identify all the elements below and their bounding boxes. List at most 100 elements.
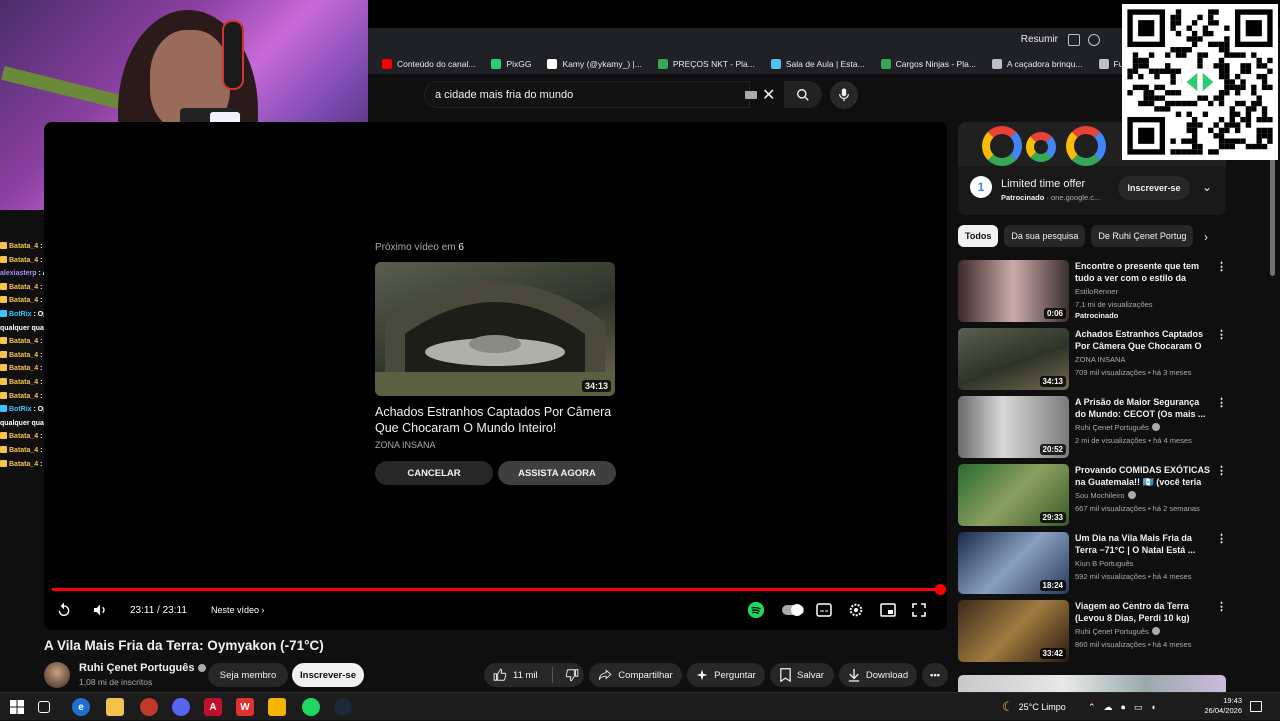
recommendation-item[interactable]: 20:52 A Prisão de Maior Segurança do Mund… xyxy=(958,396,1227,458)
like-count[interactable]: 11 mil xyxy=(513,670,538,681)
spotify-taskbar-icon[interactable] xyxy=(302,698,320,716)
recommendation-item[interactable]: 18:24 Um Dia na Vila Mais Fria da Terra −… xyxy=(958,532,1227,594)
chat-username[interactable]: Batata_4 xyxy=(9,257,38,264)
recommendation-channel[interactable]: Ruhi Çenet Português xyxy=(1075,627,1149,636)
bookmark-item[interactable]: PixGG xyxy=(491,59,531,69)
more-options-icon[interactable]: ⋮ xyxy=(1216,532,1227,545)
chevron-down-icon[interactable]: ⌄ xyxy=(1202,180,1212,194)
fullscreen-button[interactable] xyxy=(912,600,926,620)
filter-chip[interactable]: De Ruhi Çenet Portug xyxy=(1091,225,1194,247)
recommendation-title[interactable]: Achados Estranhos Captados Por Câmera Qu… xyxy=(1075,328,1211,352)
chat-username[interactable]: Batata_4 xyxy=(9,393,38,400)
channel-name[interactable]: Ruhi Çenet Português xyxy=(79,662,206,674)
keyboard-icon[interactable] xyxy=(745,91,757,99)
extensions-icon[interactable] xyxy=(1068,34,1080,46)
recommendation-title[interactable]: Um Dia na Vila Mais Fria da Terra −71°C … xyxy=(1075,532,1211,556)
bookmark-item[interactable]: Conteúdo do canal... xyxy=(382,59,475,69)
chat-username[interactable]: Batata_4 xyxy=(9,365,38,372)
chevron-right-icon[interactable]: › xyxy=(1204,230,1208,244)
filter-chip[interactable]: Da sua pesquisa xyxy=(1004,225,1086,247)
recommendation-thumbnail[interactable]: 0:06 xyxy=(958,260,1069,322)
miniplayer-button[interactable] xyxy=(880,600,896,620)
chat-username[interactable]: BotRix xyxy=(9,406,32,413)
recommendation-thumbnail[interactable]: 20:52 xyxy=(958,396,1069,458)
more-options-icon[interactable]: ⋮ xyxy=(1216,600,1227,613)
recommendation-item[interactable]: 33:42 Viagem ao Centro da Terra (Levou 8 … xyxy=(958,600,1227,662)
chat-username[interactable]: Batata_4 xyxy=(9,352,38,359)
network-icon[interactable]: ▭ xyxy=(1134,702,1143,713)
upnext-channel[interactable]: ZONA INSANA xyxy=(375,440,436,450)
recommendation-thumbnail[interactable] xyxy=(958,675,1226,692)
weather-widget[interactable]: ☾ 25°C Limpo xyxy=(1002,693,1066,721)
task-view-icon[interactable] xyxy=(38,701,50,713)
bookmark-item[interactable]: PREÇOS NKT - Pla... xyxy=(657,59,755,69)
recommendation-item[interactable]: 29:33 Provando COMIDAS EXÓTICAS na Guatem… xyxy=(958,464,1227,526)
more-options-icon[interactable]: ⋮ xyxy=(1216,260,1227,273)
chat-username[interactable]: Batata_4 xyxy=(9,379,38,386)
ad-subscribe-button[interactable]: Inscrever-se xyxy=(1118,176,1190,200)
dislike-icon[interactable] xyxy=(565,668,579,682)
recommendation-title[interactable]: Encontre o presente que tem tudo a ver c… xyxy=(1075,260,1211,284)
wps-icon[interactable]: W xyxy=(236,698,254,716)
recommendation-channel[interactable]: ZONA INSANA xyxy=(1075,355,1125,364)
voice-search-button[interactable] xyxy=(830,81,858,109)
video-player[interactable]: Próximo vídeo em 6 34:13 Achados Estranh… xyxy=(44,122,947,630)
bookmark-item[interactable]: A caçadora brinqu... xyxy=(991,59,1083,69)
bookmark-star-icon[interactable] xyxy=(1088,34,1100,46)
recommendation-thumbnail[interactable]: 33:42 xyxy=(958,600,1069,662)
recommendation-title[interactable]: Provando COMIDAS EXÓTICAS na Guatemala!!… xyxy=(1075,464,1211,488)
progress-scrubber[interactable] xyxy=(935,584,946,595)
download-button[interactable]: Download xyxy=(839,663,917,687)
spotify-extension[interactable] xyxy=(747,600,765,620)
clear-search-icon[interactable]: ✕ xyxy=(762,85,775,105)
upnext-thumbnail[interactable]: 34:13 xyxy=(375,262,615,396)
chapter-button[interactable]: Neste vídeo › xyxy=(211,600,265,620)
more-actions-button[interactable]: ••• xyxy=(922,663,948,687)
app-icon[interactable] xyxy=(268,698,286,716)
recommendation-title[interactable]: Viagem ao Centro da Terra (Levou 8 Dias,… xyxy=(1075,600,1211,624)
recommendation-thumbnail[interactable]: 34:13 xyxy=(958,328,1069,390)
chat-username[interactable]: Batata_4 xyxy=(9,243,38,250)
tray-chevron-icon[interactable]: ⌃ xyxy=(1088,702,1096,713)
windows-start-icon[interactable] xyxy=(8,698,26,716)
edge-browser-icon[interactable]: e xyxy=(72,698,90,716)
chat-username[interactable]: Batata_4 xyxy=(9,338,38,345)
upnext-title[interactable]: Achados Estranhos Captados Por Câmera Qu… xyxy=(375,404,625,436)
replay-button[interactable] xyxy=(56,600,72,620)
recommendation-thumbnail[interactable]: 18:24 xyxy=(958,532,1069,594)
recommendation-channel[interactable]: Sou Mochileiro xyxy=(1075,491,1125,500)
chat-username[interactable]: Batata_4 xyxy=(9,297,38,304)
resumir-button[interactable]: Resumir xyxy=(1021,34,1058,45)
like-icon[interactable] xyxy=(493,668,507,682)
recommendation-channel[interactable]: EstiloRenner xyxy=(1075,287,1118,296)
chat-username[interactable]: BotRix xyxy=(9,311,32,318)
more-options-icon[interactable]: ⋮ xyxy=(1216,396,1227,409)
bookmark-item[interactable]: Kamy (@ykamy_) |... xyxy=(547,59,642,69)
volume-tray-icon[interactable]: ◖ xyxy=(1151,702,1156,712)
clock[interactable]: 19:43 26/04/2026 xyxy=(1198,696,1242,716)
settings-button[interactable] xyxy=(848,600,864,620)
recommendation-item[interactable]: 34:13 Achados Estranhos Captados Por Câme… xyxy=(958,328,1227,390)
acrobat-icon[interactable]: A xyxy=(204,698,222,716)
search-button[interactable] xyxy=(784,81,822,108)
recommendation-channel[interactable]: Kiun B Português xyxy=(1075,559,1133,568)
filter-chip[interactable]: Todos xyxy=(958,225,999,247)
volume-button[interactable] xyxy=(92,600,108,620)
save-button[interactable]: Salvar xyxy=(770,663,834,687)
steam-icon[interactable] xyxy=(334,698,352,716)
chat-username[interactable]: Batata_4 xyxy=(9,461,38,468)
cloud-icon[interactable]: ☁ xyxy=(1104,702,1113,713)
bookmark-item[interactable]: Sala de Aula | Esta... xyxy=(770,59,865,69)
share-button[interactable]: Compartilhar xyxy=(589,663,682,687)
join-button[interactable]: Seja membro xyxy=(208,663,288,687)
watch-now-button[interactable]: ASSISTA AGORA xyxy=(498,461,616,485)
recommendation-item[interactable]: 0:06 Encontre o presente que tem tudo a v… xyxy=(958,260,1227,322)
recommendation-title[interactable]: A Prisão de Maior Segurança do Mundo: CE… xyxy=(1075,396,1211,420)
more-options-icon[interactable]: ⋮ xyxy=(1216,464,1227,477)
bookmark-item[interactable]: Cargos Ninjas - Pla... xyxy=(880,59,976,69)
subtitles-button[interactable] xyxy=(816,600,832,620)
mic-tray-icon[interactable]: ● xyxy=(1121,702,1126,712)
discord-icon[interactable] xyxy=(172,698,190,716)
file-explorer-icon[interactable] xyxy=(106,698,124,716)
notifications-icon[interactable] xyxy=(1250,701,1262,712)
